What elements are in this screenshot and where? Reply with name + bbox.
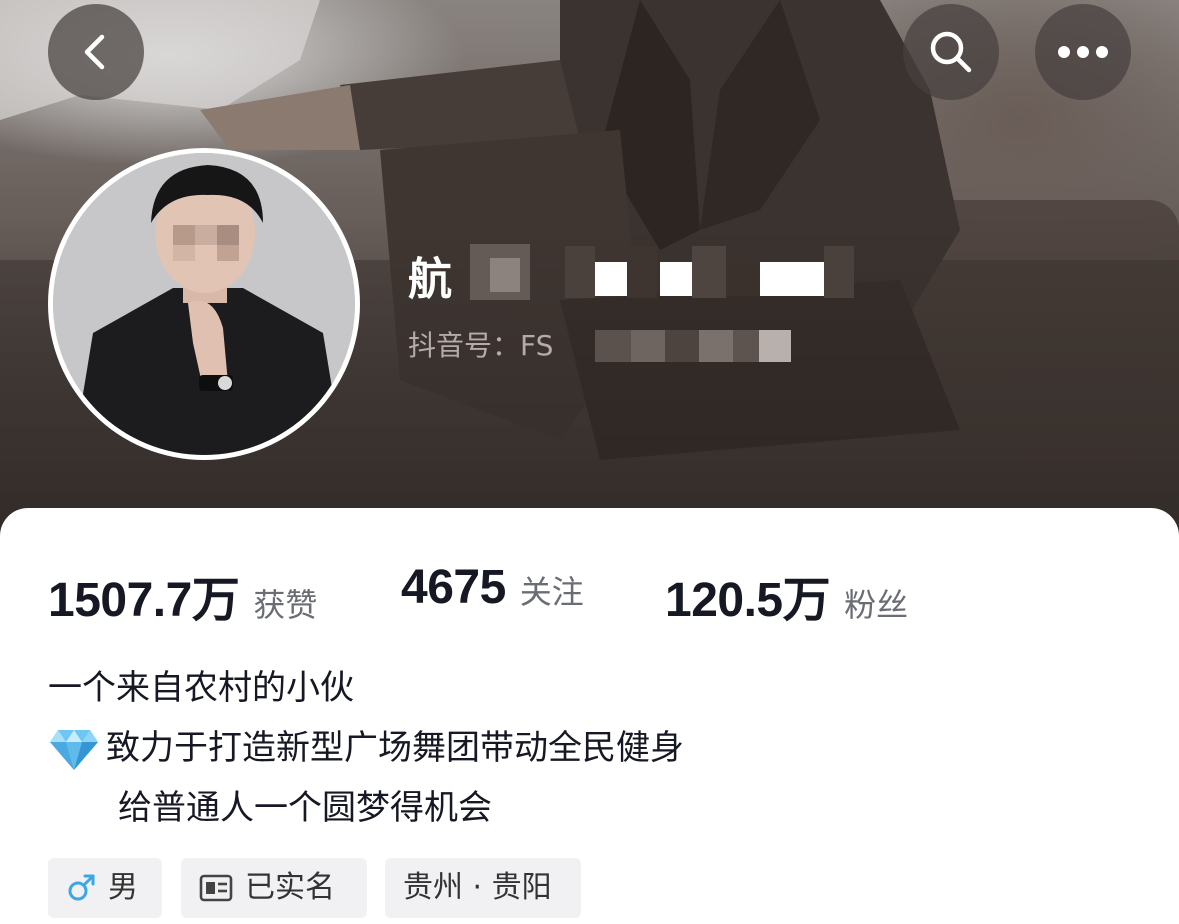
bio-line: 致力于打造新型广场舞团带动全民健身 [48,718,1048,778]
back-button[interactable] [48,4,144,100]
tag-location: 贵州 · 贵阳 [385,858,581,918]
avatar-photo [53,153,355,455]
stat-followers[interactable]: 120.5万 粉丝 [665,560,908,630]
bio-line-text: 一个来自农村的小伙 [48,668,354,708]
bio: 一个来自农村的小伙 致力于打造新型广场舞团带动全民健身 给普通人一个圆梦得机会 [48,658,1048,838]
account-id-redaction [595,330,791,362]
stat-followers-label: 粉丝 [844,586,909,624]
username: 航 [408,240,452,320]
chevron-left-icon [84,34,105,70]
bio-line-text: 给普通人一个圆梦得机会 [118,788,492,828]
stat-followers-value: 120.5万 [665,574,831,627]
tag-verified-label: 已实名 [245,870,335,905]
username-redaction [470,244,854,300]
diamond-icon [50,729,98,770]
account-id[interactable]: 抖音号：FS [408,326,553,366]
more-button[interactable] [1035,4,1131,100]
tag-verified: 已实名 [181,858,367,918]
bio-line-text: 致力于打造新型广场舞团带动全民健身 [106,728,684,768]
search-button[interactable] [903,4,999,100]
stat-following-value: 4675 [401,561,506,614]
username-visible-text: 航 [408,254,452,305]
bio-line: 给普通人一个圆梦得机会 [48,778,1048,838]
tag-location-label: 贵州 · 贵阳 [403,870,552,905]
stat-likes-label: 获赞 [253,586,318,624]
search-icon [930,31,972,73]
account-id-label: 抖音号：FS [408,329,554,362]
male-icon [68,874,95,901]
bio-line: 一个来自农村的小伙 [48,658,1048,718]
stat-following[interactable]: 4675 关注 [401,560,584,615]
avatar[interactable] [53,153,355,455]
tag-gender: 男 [48,858,162,918]
tag-gender-label: 男 [108,870,138,905]
stat-likes-value: 1507.7万 [48,574,240,627]
avatar-frame[interactable] [48,148,360,460]
stat-following-label: 关注 [519,573,584,611]
stat-likes[interactable]: 1507.7万 获赞 [48,560,317,630]
profile-card: 1507.7万 获赞 4675 关注 120.5万 粉丝 一个来自农村的小伙 致力于打… [0,508,1179,924]
more-horizontal-icon [1058,46,1108,58]
id-card-icon [199,874,233,902]
